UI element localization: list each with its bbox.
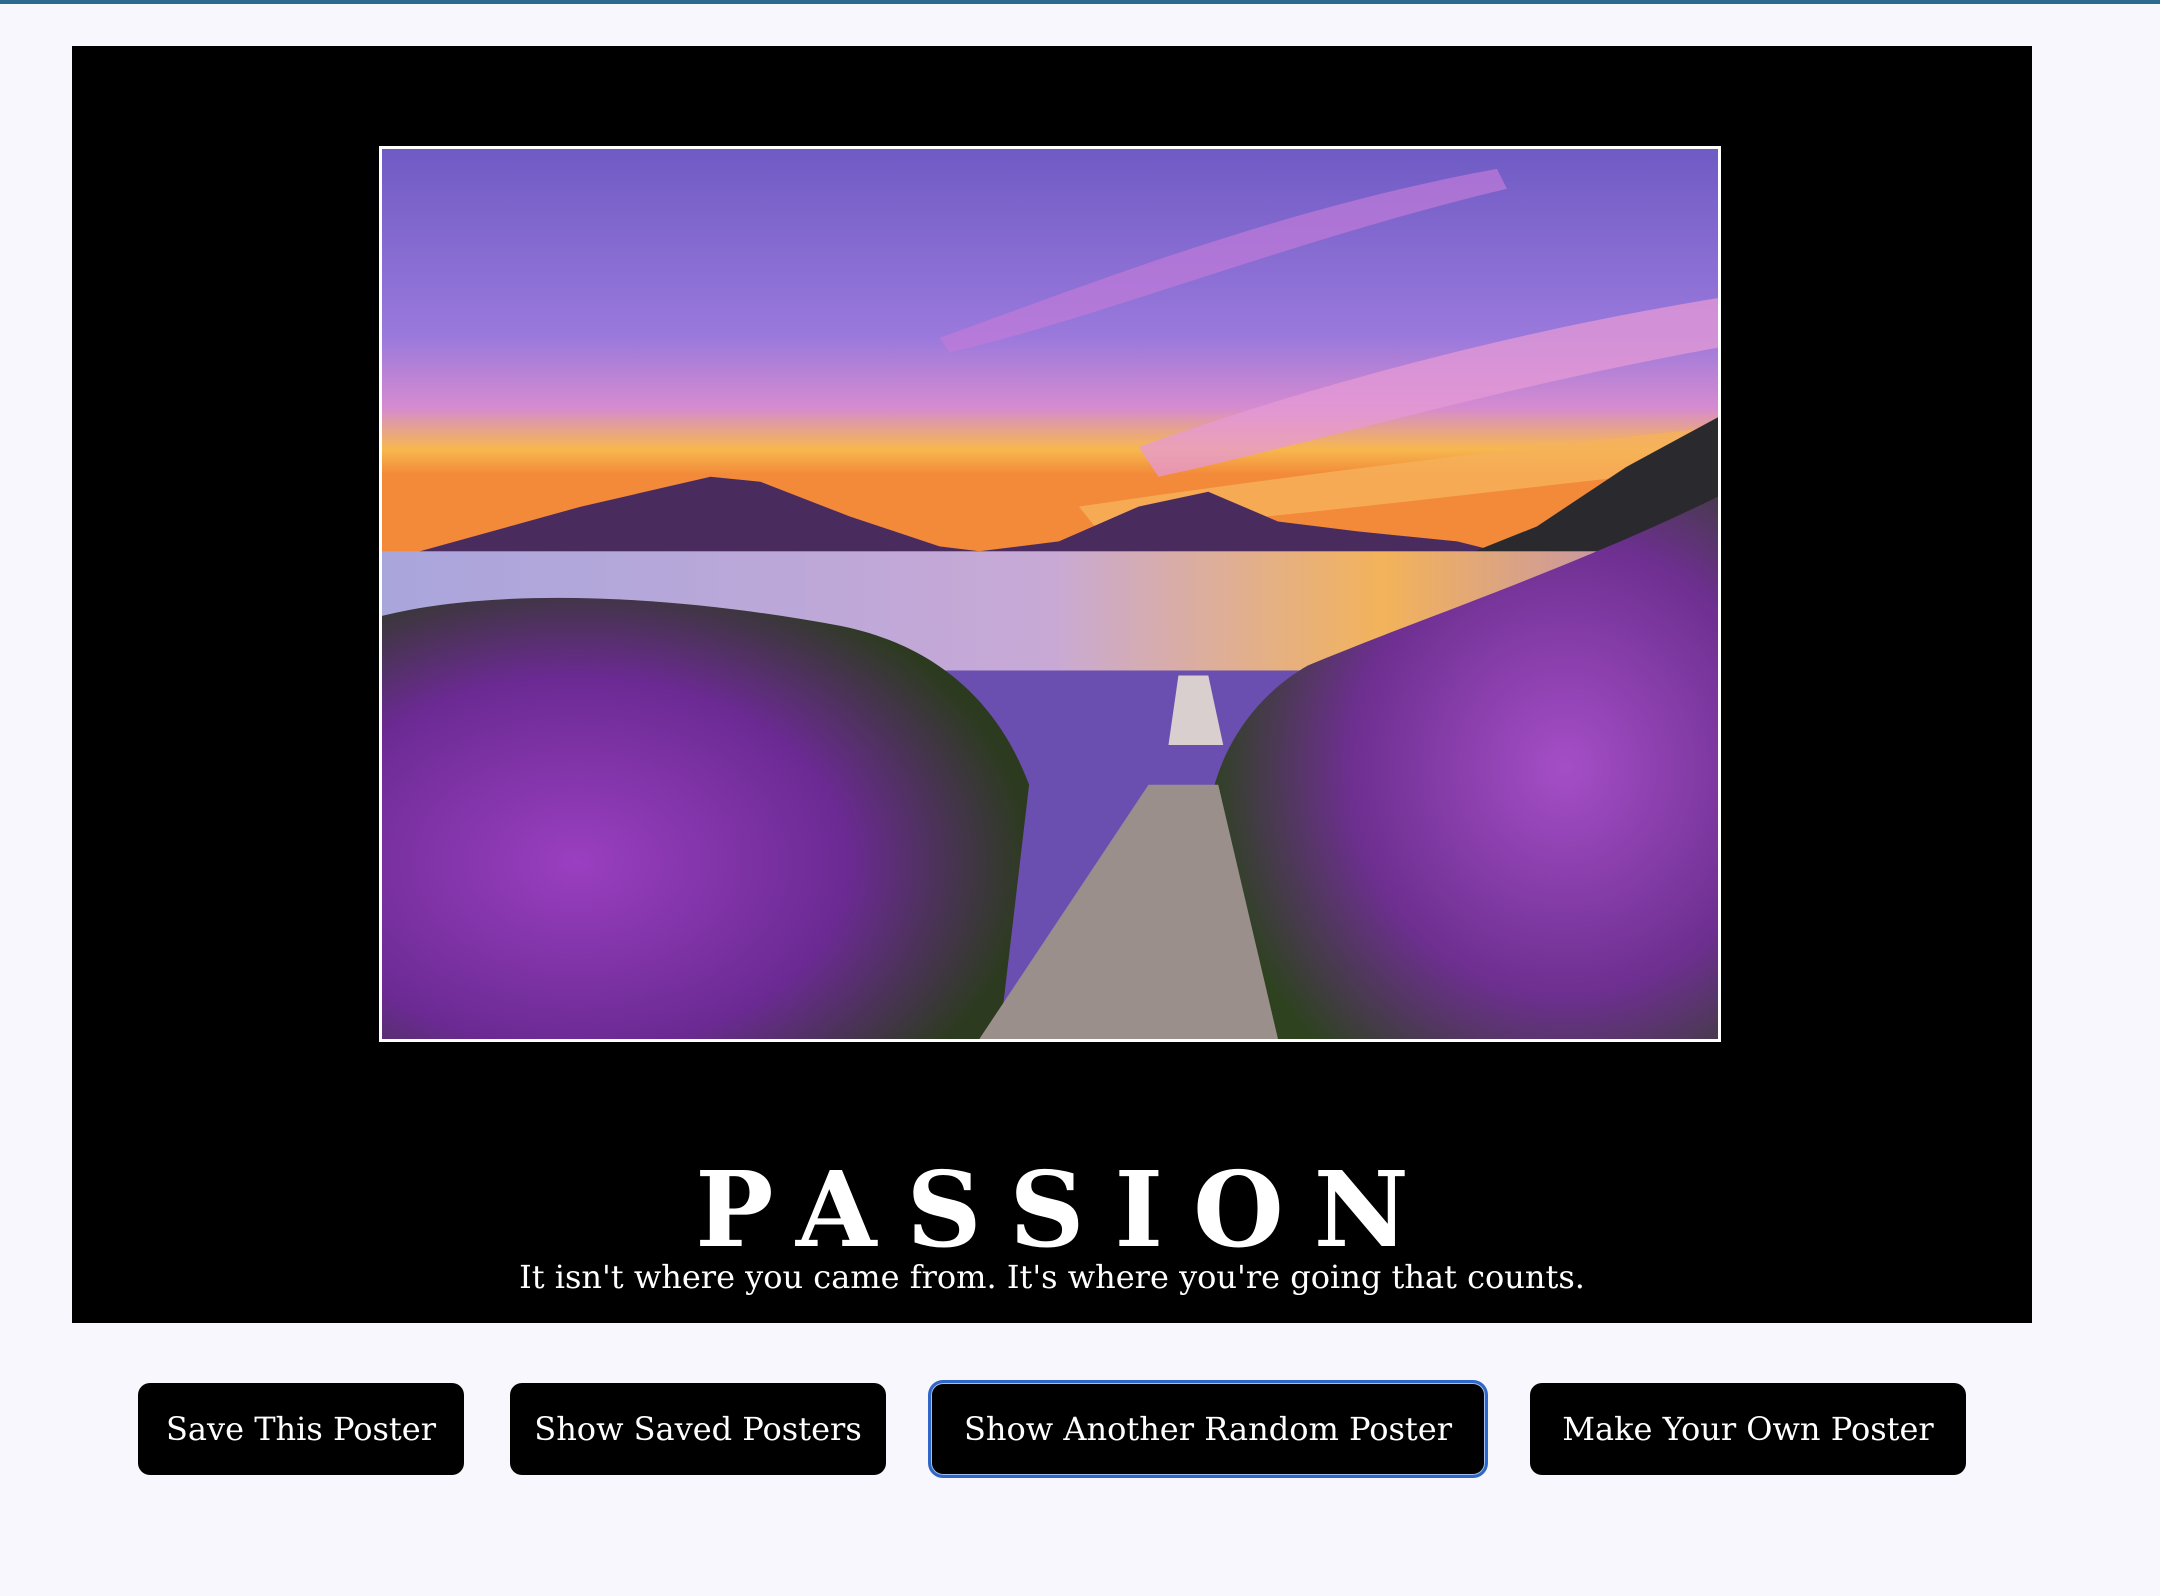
top-accent-bar (0, 0, 2160, 4)
show-random-poster-button[interactable]: Show Another Random Poster (928, 1380, 1488, 1478)
show-saved-posters-button[interactable]: Show Saved Posters (510, 1383, 886, 1475)
main-poster: PASSION It isn't where you came from. It… (72, 46, 2032, 1323)
poster-actions: Save This Poster Show Saved Posters Show… (0, 1380, 2160, 1478)
save-poster-button[interactable]: Save This Poster (138, 1383, 464, 1475)
poster-quote: It isn't where you came from. It's where… (519, 1258, 1585, 1296)
make-own-poster-button[interactable]: Make Your Own Poster (1530, 1383, 1966, 1475)
poster-title: PASSION (695, 1147, 1439, 1271)
poster-image-illustration (382, 149, 1718, 1039)
poster-image (379, 146, 1721, 1042)
